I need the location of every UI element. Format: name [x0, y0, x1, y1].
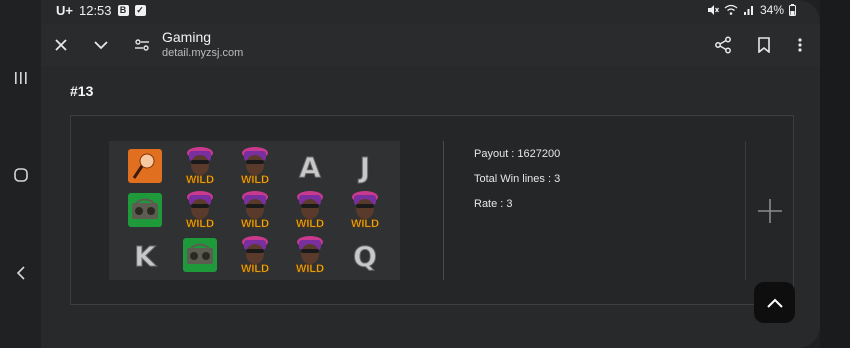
mic-symbol	[117, 144, 172, 188]
svg-text:Q: Q	[353, 240, 377, 273]
wild-symbol: WILD	[227, 144, 282, 188]
site-settings-button[interactable]	[129, 32, 155, 58]
status-bar: U+ 12:53 B ✓ 34%	[41, 0, 820, 24]
signal-icon	[743, 6, 753, 15]
clock: 12:53	[78, 3, 112, 18]
b-notification-icon: B	[117, 5, 129, 16]
svg-text:WILD: WILD	[185, 174, 213, 186]
wild-symbol: WILD	[337, 188, 392, 232]
plus-icon	[758, 199, 782, 223]
carrier-label: U+	[56, 3, 73, 18]
browser-window: U+ 12:53 B ✓ 34% Gaming detail.myzsj.com…	[41, 0, 820, 348]
more-vertical-icon	[798, 38, 802, 52]
slot-reel: WILD WILD A J WILD WILD WILD WILD K WILD…	[109, 141, 400, 280]
more-options-button[interactable]	[787, 32, 813, 58]
svg-text:K: K	[134, 240, 157, 273]
bookmark-button[interactable]	[751, 32, 777, 58]
recent-apps-icon	[14, 72, 27, 84]
navigation-rail	[0, 0, 41, 348]
wifi-icon	[724, 4, 738, 15]
svg-text:WILD: WILD	[185, 218, 213, 230]
battery-percent: 34%	[759, 3, 784, 17]
svg-text:WILD: WILD	[350, 218, 378, 230]
letter-symbol-k: K	[117, 233, 172, 277]
home-button[interactable]	[0, 160, 41, 190]
tune-icon	[135, 39, 149, 51]
total-win-lines-text: Total Win lines : 3	[474, 173, 561, 185]
boombox-symbol	[117, 188, 172, 232]
wild-symbol: WILD	[227, 233, 282, 277]
chevron-down-icon	[94, 41, 108, 50]
battery-icon	[789, 4, 796, 16]
page-content: #13 WILD WILD A J WILD WILD WILD WILD K …	[41, 66, 820, 348]
wild-symbol: WILD	[282, 233, 337, 277]
payout-text: Payout : 1627200	[474, 148, 561, 160]
device-bezel	[820, 0, 850, 348]
mute-icon	[707, 5, 719, 15]
wild-symbol: WILD	[172, 188, 227, 232]
bookmark-icon	[758, 37, 770, 53]
page-url: detail.myzsj.com	[162, 47, 244, 59]
page-title: Gaming	[162, 29, 212, 45]
wild-symbol: WILD	[227, 188, 282, 232]
svg-text:WILD: WILD	[295, 218, 323, 230]
back-button[interactable]	[0, 258, 41, 288]
svg-text:J: J	[357, 151, 369, 184]
wild-symbol: WILD	[282, 188, 337, 232]
svg-text:WILD: WILD	[240, 174, 268, 186]
svg-text:WILD: WILD	[240, 263, 268, 275]
rate-text: Rate : 3	[474, 198, 513, 210]
letter-symbol-q: Q	[337, 233, 392, 277]
minimize-button[interactable]	[88, 32, 114, 58]
item-number: #13	[70, 83, 94, 99]
svg-text:A: A	[299, 151, 321, 184]
screen: U+ 12:53 B ✓ 34% Gaming detail.myzsj.com…	[0, 0, 850, 348]
boombox-symbol	[172, 233, 227, 277]
recent-apps-button[interactable]	[0, 63, 41, 93]
divider	[745, 141, 746, 280]
close-icon	[55, 39, 67, 51]
wild-symbol: WILD	[172, 144, 227, 188]
expand-button[interactable]	[755, 196, 785, 226]
letter-symbol-j: J	[337, 144, 392, 188]
share-icon	[715, 36, 731, 54]
divider	[443, 141, 444, 280]
home-icon	[13, 168, 28, 182]
result-info: Payout : 1627200 Total Win lines : 3 Rat…	[474, 148, 560, 223]
back-icon	[16, 266, 25, 280]
svg-text:WILD: WILD	[240, 218, 268, 230]
check-notification-icon: ✓	[134, 5, 146, 16]
result-card: WILD WILD A J WILD WILD WILD WILD K WILD…	[70, 115, 794, 305]
page-title-block: Gaming detail.myzsj.com	[162, 29, 243, 59]
close-button[interactable]	[48, 32, 74, 58]
share-button[interactable]	[710, 32, 736, 58]
scroll-to-top-button[interactable]	[754, 282, 795, 323]
browser-toolbar: Gaming detail.myzsj.com	[41, 24, 820, 66]
svg-text:WILD: WILD	[295, 263, 323, 275]
chevron-up-icon	[766, 298, 783, 308]
letter-symbol-a: A	[282, 144, 337, 188]
